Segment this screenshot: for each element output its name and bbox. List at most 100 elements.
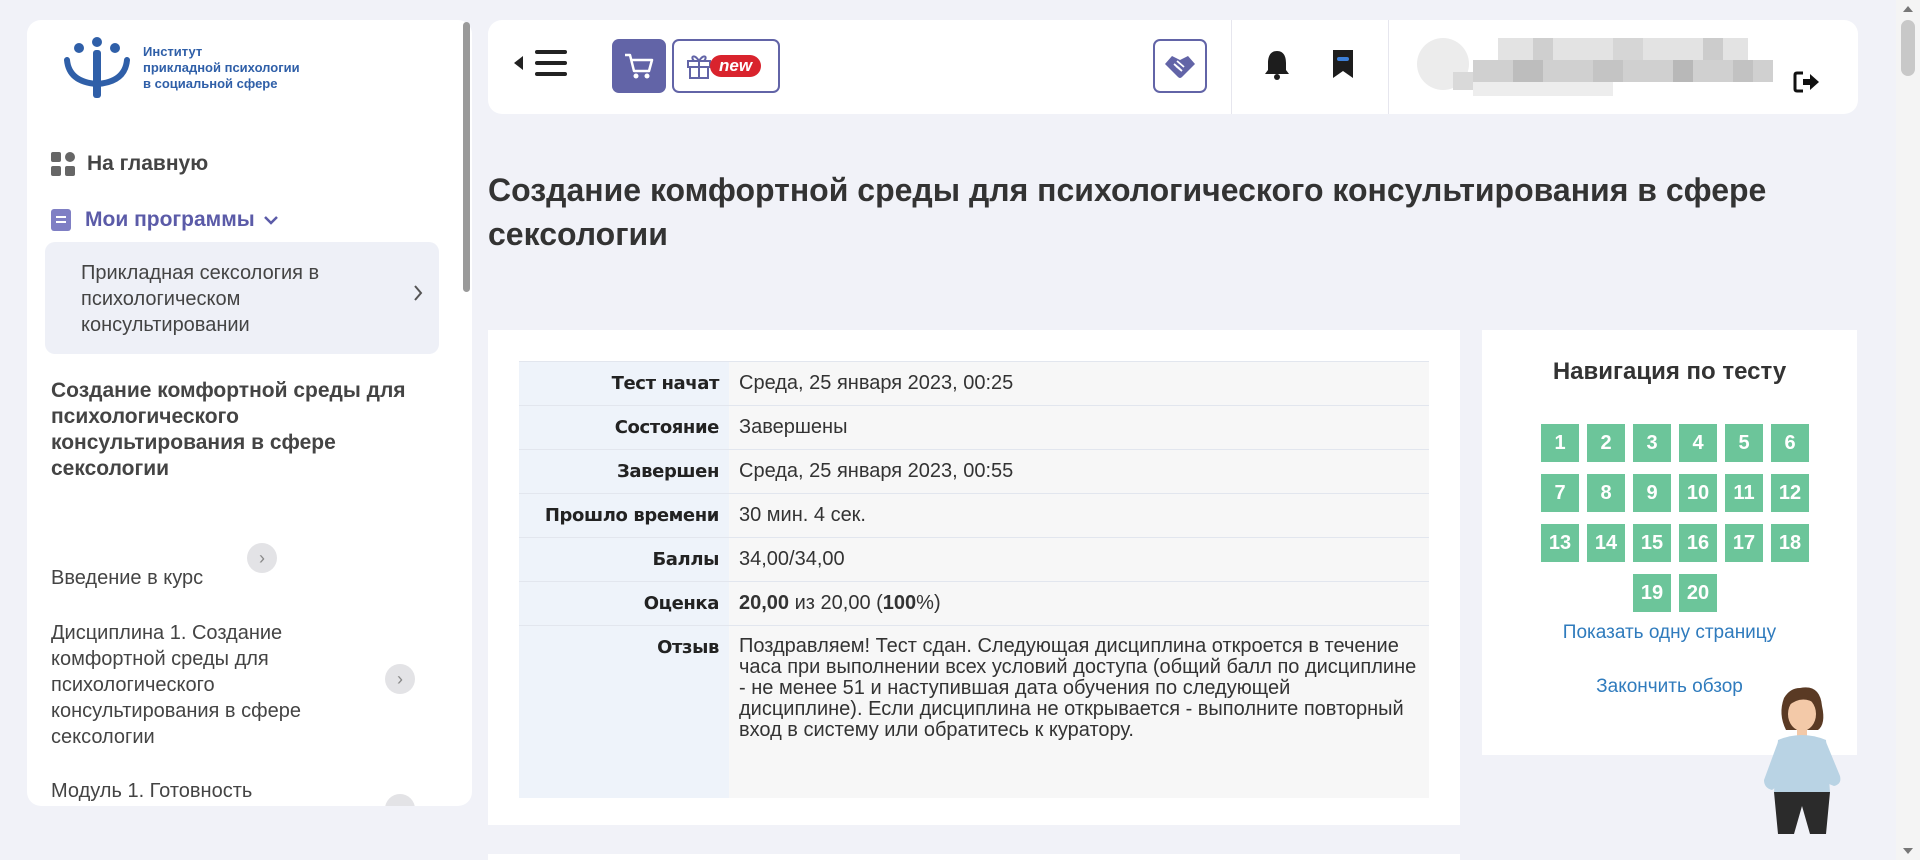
grade-percent: 100 [882, 592, 917, 614]
question-button[interactable]: 14 [1587, 524, 1625, 562]
bell-icon[interactable] [1263, 48, 1291, 82]
question-button[interactable]: 5 [1725, 424, 1763, 462]
table-row: Состояние Завершены [519, 405, 1429, 450]
support-button[interactable] [1153, 39, 1207, 93]
sidebar-item-module-1[interactable]: Модуль 1. Готовность психолога к работе … [51, 778, 351, 806]
chevron-down-icon [263, 216, 278, 225]
question-button[interactable]: 16 [1679, 524, 1717, 562]
table-row: Завершен Среда, 25 января 2023, 00:55 [519, 449, 1429, 494]
table-row: Баллы 34,00/34,00 [519, 537, 1429, 582]
question-button[interactable]: 20 [1679, 574, 1717, 612]
assistant-character-icon[interactable] [1760, 684, 1846, 836]
row-value: Среда, 25 января 2023, 00:25 [729, 361, 1429, 406]
feedback-text: Поздравляем! Тест сдан. Следующая дисцип… [729, 625, 1429, 798]
user-profile-blurred[interactable] [1413, 34, 1773, 98]
row-value: 30 мин. 4 сек. [729, 493, 1429, 538]
logo-line: прикладной психологии [143, 60, 300, 75]
header-divider [1231, 20, 1232, 114]
grade-score: 20,00 [739, 592, 790, 614]
scroll-down-icon[interactable] [1903, 848, 1913, 854]
gift-icon [687, 55, 711, 79]
chevron-right-icon[interactable]: › [385, 794, 415, 806]
quiz-summary-table: Тест начат Среда, 25 января 2023, 00:25 … [519, 361, 1429, 798]
show-one-page-link[interactable]: Показать одну страницу [1482, 622, 1857, 644]
table-row-grade: Оценка 20,00 из 20,00 (100%) [519, 581, 1429, 626]
sidebar-item-label: Модуль 1. Готовность психолога к работе … [51, 780, 253, 802]
grade-out-of: из 20,00 ( [789, 592, 883, 614]
question-button[interactable]: 7 [1541, 474, 1579, 512]
question-button[interactable]: 11 [1725, 474, 1763, 512]
sidebar-course-title[interactable]: Создание комфортной среды для психологич… [51, 378, 411, 482]
question-button[interactable]: 18 [1771, 524, 1809, 562]
quiz-navigation-title: Навигация по тесту [1552, 358, 1787, 385]
grade-suffix: %) [916, 592, 941, 614]
sidebar: Институт прикладной психологии в социаль… [27, 20, 472, 806]
row-label: Баллы [519, 537, 729, 582]
next-card-edge [488, 854, 1460, 860]
sidebar-scrollbar[interactable] [463, 22, 470, 292]
scroll-up-icon[interactable] [1903, 6, 1913, 12]
question-button[interactable]: 4 [1679, 424, 1717, 462]
question-button[interactable]: 8 [1587, 474, 1625, 512]
sidebar-item-intro[interactable]: Введение в курс [51, 565, 203, 591]
question-button[interactable]: 3 [1633, 424, 1671, 462]
menu-toggle-button[interactable] [514, 50, 567, 76]
institute-logo[interactable]: Институт прикладной психологии в социаль… [57, 36, 300, 100]
row-label: Отзыв [519, 625, 729, 798]
question-button[interactable]: 13 [1541, 524, 1579, 562]
sidebar-item-label: На главную [87, 152, 209, 175]
handshake-icon [1165, 56, 1195, 78]
table-row-feedback: Отзыв Поздравляем! Тест сдан. Следующая … [519, 625, 1429, 798]
quiz-review-summary-card: Тест начат Среда, 25 января 2023, 00:25 … [488, 330, 1460, 825]
page-scrollbar[interactable] [1896, 0, 1920, 860]
chevron-right-icon[interactable]: › [247, 543, 277, 573]
table-row: Тест начат Среда, 25 января 2023, 00:25 [519, 361, 1429, 406]
table-row: Прошло времени 30 мин. 4 сек. [519, 493, 1429, 538]
question-button[interactable]: 15 [1633, 524, 1671, 562]
cart-icon [625, 53, 654, 79]
sidebar-item-label: Прикладная сексология в психологическом … [81, 262, 320, 336]
grade-value: 20,00 из 20,00 (100%) [729, 581, 1429, 626]
row-label: Завершен [519, 449, 729, 494]
page-title: Создание комфортной среды для психологич… [488, 172, 1767, 252]
cart-button[interactable] [612, 39, 666, 93]
row-label: Тест начат [519, 361, 729, 406]
sidebar-item-discipline-1[interactable]: Дисциплина 1. Создание комфортной среды … [51, 620, 371, 750]
menu-icon [535, 50, 567, 76]
row-label: Прошло времени [519, 493, 729, 538]
row-value: Среда, 25 января 2023, 00:55 [729, 449, 1429, 494]
bookmark-icon[interactable] [1331, 48, 1355, 80]
question-button[interactable]: 2 [1587, 424, 1625, 462]
sidebar-item-current-program[interactable]: Прикладная сексология в психологическом … [45, 242, 439, 354]
question-button[interactable]: 19 [1633, 574, 1671, 612]
row-label: Состояние [519, 405, 729, 450]
collapse-arrow-icon [514, 56, 523, 70]
question-button[interactable]: 10 [1679, 474, 1717, 512]
question-button[interactable]: 6 [1771, 424, 1809, 462]
sidebar-item-label: Дисциплина 1. Создание комфортной среды … [51, 622, 301, 748]
sidebar-item-my-programs[interactable]: Мои программы [51, 208, 279, 232]
logo-text: Институт прикладной психологии в социаль… [143, 44, 300, 92]
dashboard-icon [51, 152, 75, 176]
logout-icon[interactable] [1793, 70, 1821, 94]
question-button[interactable]: 17 [1725, 524, 1763, 562]
question-button[interactable]: 1 [1541, 424, 1579, 462]
new-badge: new [710, 55, 762, 77]
question-grid: 1 2 3 4 5 6 7 8 9 10 11 12 13 14 15 16 1… [1534, 420, 1816, 620]
top-header: new [488, 20, 1858, 114]
logo-line: Институт [143, 44, 203, 59]
question-button[interactable]: 12 [1771, 474, 1809, 512]
new-gift-button[interactable]: new [672, 39, 780, 93]
chevron-right-icon [414, 285, 423, 301]
sidebar-item-label: Мои программы [85, 208, 255, 231]
header-divider [1388, 20, 1389, 114]
scrollbar-thumb[interactable] [1901, 20, 1915, 76]
row-value: Завершены [729, 405, 1429, 450]
sidebar-item-label: Введение в курс [51, 567, 204, 589]
book-icon [51, 209, 71, 231]
sidebar-item-home[interactable]: На главную [51, 152, 208, 176]
question-button[interactable]: 9 [1633, 474, 1671, 512]
row-value: 34,00/34,00 [729, 537, 1429, 582]
row-label: Оценка [519, 581, 729, 626]
chevron-right-icon[interactable]: › [385, 664, 415, 694]
